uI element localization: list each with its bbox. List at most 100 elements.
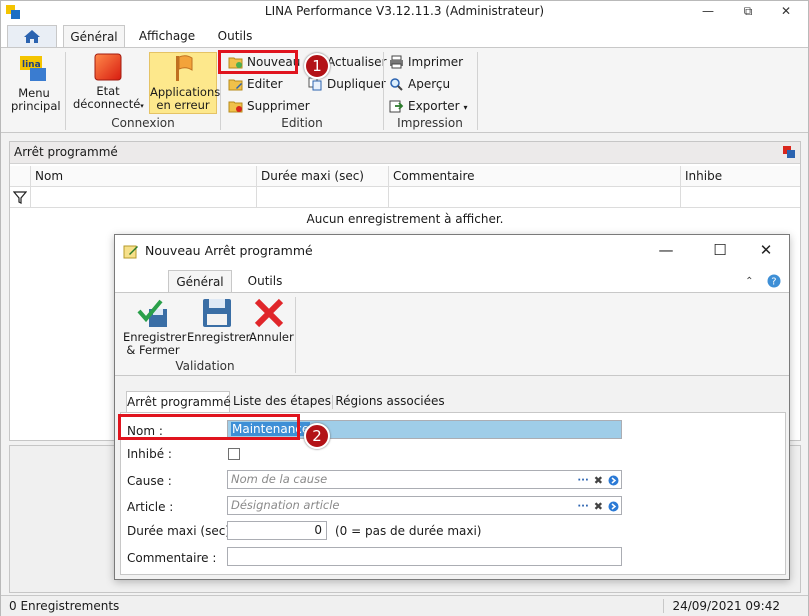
empty-message: Aucun enregistrement à afficher. [306, 212, 504, 226]
cancel-x-icon [254, 298, 284, 328]
menu-principal-button[interactable]: lina Menu principal [11, 52, 61, 113]
help-icon[interactable]: ? [767, 274, 781, 288]
cause-input[interactable]: Nom de la cause ··· ✖ [227, 470, 622, 489]
ribbon-separator [295, 297, 296, 373]
lina-logo-icon: lina [20, 56, 46, 81]
connexion-group-label: Connexion [111, 116, 175, 130]
tab-outils[interactable]: Outils [209, 25, 261, 48]
status-bar: 0 Enregistrements 24/09/2021 09:42 [1, 595, 808, 616]
menu-principal-label: Menu principal [11, 86, 61, 113]
dialog-title: Nouveau Arrêt programmé [145, 243, 313, 258]
filter-icon[interactable] [13, 190, 27, 204]
edit-folder-icon [228, 79, 243, 91]
subtab-arret-programme[interactable]: Arrêt programmé [126, 391, 231, 413]
subtab-regions-associees[interactable]: Régions associées [334, 391, 446, 413]
collapse-ribbon-icon[interactable]: ⌃ [745, 276, 753, 287]
ribbon-separator [65, 52, 66, 130]
duree-input[interactable]: 0 [227, 521, 327, 540]
inhibe-checkbox[interactable] [228, 448, 240, 460]
article-input[interactable]: Désignation article ··· ✖ [227, 496, 622, 515]
close-button[interactable]: ✕ [771, 1, 801, 23]
tab-general[interactable]: Général [63, 25, 125, 48]
duree-value: 0 [314, 523, 322, 537]
status-datetime: 24/09/2021 09:42 [663, 599, 780, 613]
annuler-button[interactable]: Annuler [249, 297, 294, 344]
status-red-icon [94, 53, 122, 81]
go-arrow-icon[interactable] [608, 475, 619, 486]
subtab-separator [332, 395, 333, 409]
column-header-commentaire[interactable]: Commentaire [388, 166, 680, 187]
clear-x-icon[interactable]: ✖ [594, 472, 603, 489]
dialog-maximize-button[interactable]: ☐ [703, 239, 737, 263]
dialog-ribbon: Enregistrer & Fermer Enregistrer Annuler… [115, 292, 789, 376]
dialog-ribbon-controls: ⌃ ? [745, 274, 781, 288]
records-count: 0 Enregistrements [9, 599, 120, 613]
title-bar: LINA Performance V3.12.11.3 (Administrat… [1, 1, 808, 23]
enregistrer-label: Enregistrer [187, 330, 251, 344]
save-close-icon [137, 299, 167, 327]
duplicate-icon [308, 77, 322, 91]
settings-layout-icon[interactable] [782, 145, 796, 159]
nouveau-arret-dialog: Nouveau Arrêt programmé — ☐ ✕ Général Ou… [114, 234, 790, 580]
window-title: LINA Performance V3.12.11.3 (Administrat… [264, 4, 545, 18]
enregistrer-button[interactable]: Enregistrer [187, 297, 251, 344]
actualiser-label: Actualiser [327, 55, 387, 69]
restore-button[interactable]: ⧉ [733, 1, 763, 23]
article-label: Article : [127, 500, 174, 514]
dialog-tab-bar: Général Outils ⌃ ? [115, 267, 789, 293]
editer-label: Editer [247, 77, 283, 91]
callout-badge-2: 2 [304, 423, 330, 449]
dialog-minimize-button[interactable]: — [649, 239, 683, 263]
export-icon [389, 100, 404, 113]
subtab-liste-etapes[interactable]: Liste des étapes [232, 391, 332, 413]
dialog-tab-outils[interactable]: Outils [239, 270, 291, 293]
minimize-button[interactable]: — [693, 1, 723, 23]
magnifier-icon [390, 78, 403, 91]
enregistrer-fermer-label: Enregistrer & Fermer [123, 330, 187, 357]
grid-header: Nom Durée maxi (sec) Commentaire Inhibe [10, 166, 800, 187]
dropdown-arrow-icon: ▾ [463, 103, 468, 112]
dialog-close-button[interactable]: ✕ [749, 239, 783, 263]
dialog-tab-general[interactable]: Général [168, 270, 232, 293]
home-tab[interactable] [7, 25, 57, 48]
grid-title: Arrêt programmé [10, 142, 800, 164]
main-ribbon: lina Menu principal Etat déconnecté▾ App [1, 47, 808, 133]
inhibe-label: Inhibé : [127, 447, 172, 461]
clear-x-icon[interactable]: ✖ [594, 498, 603, 515]
imprimer-label: Imprimer [408, 55, 464, 69]
applications-en-erreur-button[interactable]: Applications en erreur [149, 52, 221, 114]
validation-group-label: Validation [175, 359, 235, 373]
supprimer-label: Supprimer [247, 99, 310, 113]
editer-button[interactable]: Editer [225, 75, 283, 94]
dupliquer-label: Dupliquer [327, 77, 386, 91]
etat-deconnecte-button[interactable]: Etat déconnecté▾ [73, 52, 144, 113]
go-arrow-icon[interactable] [608, 501, 619, 512]
cause-label: Cause : [127, 474, 172, 488]
callout-box-nom [118, 414, 300, 440]
imprimer-button[interactable]: Imprimer [386, 53, 463, 72]
enregistrer-fermer-button[interactable]: Enregistrer & Fermer [123, 297, 187, 357]
exporter-button[interactable]: Exporter ▾ [386, 97, 467, 116]
ribbon-tab-bar: Général Affichage Outils [1, 23, 808, 48]
filter-row[interactable] [10, 187, 800, 208]
dropdown-arrow-icon: ▾ [140, 102, 144, 110]
column-header-nom[interactable]: Nom [30, 166, 256, 187]
duree-label: Durée maxi (sec) : [127, 524, 238, 538]
column-header-duree[interactable]: Durée maxi (sec) [256, 166, 388, 187]
commentaire-input[interactable] [227, 547, 622, 566]
impression-group: Imprimer Aperçu Exporter ▾ Impression [384, 48, 476, 132]
grid-title-label: Arrêt programmé [14, 145, 118, 159]
column-header-inhibe[interactable]: Inhibe [680, 166, 800, 187]
commentaire-label: Commentaire : [127, 551, 217, 565]
floppy-disk-icon [203, 299, 231, 327]
ellipsis-icon[interactable]: ··· [577, 498, 588, 515]
supprimer-button[interactable]: Supprimer [225, 97, 310, 116]
edition-group-label: Edition [281, 116, 323, 130]
tab-affichage[interactable]: Affichage [135, 25, 199, 48]
applications-label: Applications en erreur [150, 85, 221, 112]
ellipsis-icon[interactable]: ··· [577, 472, 588, 489]
apercu-label: Aperçu [408, 77, 451, 91]
apercu-button[interactable]: Aperçu [386, 75, 450, 94]
connexion-group: Etat déconnecté▾ Applications en erreur … [67, 48, 221, 132]
callout-badge-1: 1 [304, 53, 330, 79]
